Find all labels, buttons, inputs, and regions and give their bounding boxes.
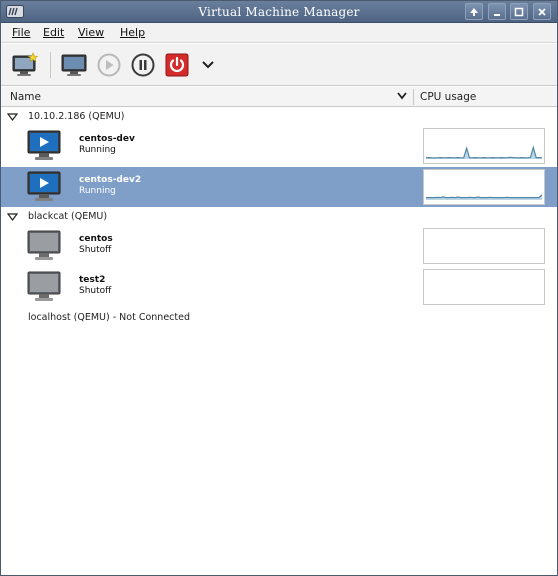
cpu-line xyxy=(425,145,543,159)
vm-status: Shutoff xyxy=(79,245,112,255)
open-console-button[interactable] xyxy=(59,50,89,80)
vm-status: Running xyxy=(79,145,116,155)
new-vm-button[interactable] xyxy=(10,50,40,80)
vm-row[interactable]: centos Shutoff xyxy=(1,226,557,266)
vm-running-icon xyxy=(27,171,61,201)
menu-file[interactable]: File xyxy=(12,26,30,39)
cpu-sparkline xyxy=(424,229,544,263)
column-name[interactable]: Name xyxy=(10,91,41,103)
menu-help[interactable]: Help xyxy=(120,26,145,39)
close-icon xyxy=(538,7,546,16)
vm-name: centos xyxy=(79,234,113,244)
column-dropdown-icon[interactable] xyxy=(397,92,407,100)
maximize-button[interactable] xyxy=(510,3,528,20)
arrow-up-icon xyxy=(470,7,478,16)
vm-row[interactable]: test2 Shutoff xyxy=(1,267,557,307)
connection-row-disconnected[interactable]: localhost (QEMU) - Not Connected xyxy=(28,312,190,323)
cpu-sparkline xyxy=(425,145,543,159)
menu-edit-label: Edit xyxy=(43,26,65,39)
shade-button[interactable] xyxy=(465,3,483,20)
vm-shutoff-icon xyxy=(27,271,61,301)
expander-icon[interactable] xyxy=(7,113,18,121)
cpu-usage-graph xyxy=(423,269,545,305)
vm-row-selected[interactable]: centos-dev2 Running xyxy=(1,167,557,207)
toolbar xyxy=(1,44,557,86)
menu-view-label: View xyxy=(78,26,105,39)
column-cpu-usage[interactable]: CPU usage xyxy=(420,91,476,103)
menu-view[interactable]: View xyxy=(78,26,104,39)
monitor-icon xyxy=(61,54,87,76)
vm-list: 10.10.2.186 (QEMU) centos-dev Running ce… xyxy=(1,108,557,575)
close-button[interactable] xyxy=(533,3,551,20)
maximize-icon xyxy=(514,7,524,16)
vmm-window: Virtual Machine Manager File Edit View H… xyxy=(0,0,558,576)
title-bar[interactable]: Virtual Machine Manager xyxy=(1,1,557,23)
vm-shutoff-icon xyxy=(27,230,61,260)
cpu-line xyxy=(426,194,543,199)
connection-row[interactable]: blackcat (QEMU) xyxy=(1,208,557,226)
connection-label: blackcat (QEMU) xyxy=(28,211,108,222)
vm-name: test2 xyxy=(79,275,106,285)
toolbar-separator xyxy=(50,52,51,78)
play-icon xyxy=(97,53,121,77)
vm-row[interactable]: centos-dev Running xyxy=(1,126,557,166)
power-icon xyxy=(165,53,189,77)
shutdown-menu-button[interactable] xyxy=(193,50,223,80)
cpu-usage-graph xyxy=(423,228,545,264)
expander-icon[interactable] xyxy=(7,213,18,221)
menu-file-label: File xyxy=(12,26,31,39)
menu-bar: File Edit View Help xyxy=(1,23,557,43)
vm-status: Running xyxy=(79,186,116,196)
connection-label: 10.10.2.186 (QEMU) xyxy=(28,111,125,122)
column-separator[interactable] xyxy=(413,89,414,105)
shutdown-button[interactable] xyxy=(162,50,192,80)
vm-running-icon xyxy=(27,130,61,160)
menu-help-label: Help xyxy=(120,26,146,39)
cpu-usage-graph xyxy=(423,169,545,205)
connection-row[interactable]: 10.10.2.186 (QEMU) xyxy=(1,108,557,126)
vm-status: Shutoff xyxy=(79,286,112,296)
pause-button[interactable] xyxy=(128,50,158,80)
cpu-sparkline xyxy=(426,194,543,200)
menu-edit[interactable]: Edit xyxy=(43,26,64,39)
cpu-sparkline xyxy=(424,270,544,304)
pause-icon xyxy=(131,53,155,77)
new-vm-icon xyxy=(12,52,39,76)
vm-name: centos-dev xyxy=(79,134,135,144)
minimize-button[interactable] xyxy=(488,3,506,20)
minimize-icon xyxy=(494,13,500,16)
connection-label: localhost (QEMU) - Not Connected xyxy=(28,312,190,323)
vm-name: centos-dev2 xyxy=(79,175,142,185)
chevron-down-icon xyxy=(202,61,214,69)
column-header: Name CPU usage xyxy=(1,87,557,107)
cpu-usage-graph xyxy=(423,128,545,164)
run-button[interactable] xyxy=(94,50,124,80)
